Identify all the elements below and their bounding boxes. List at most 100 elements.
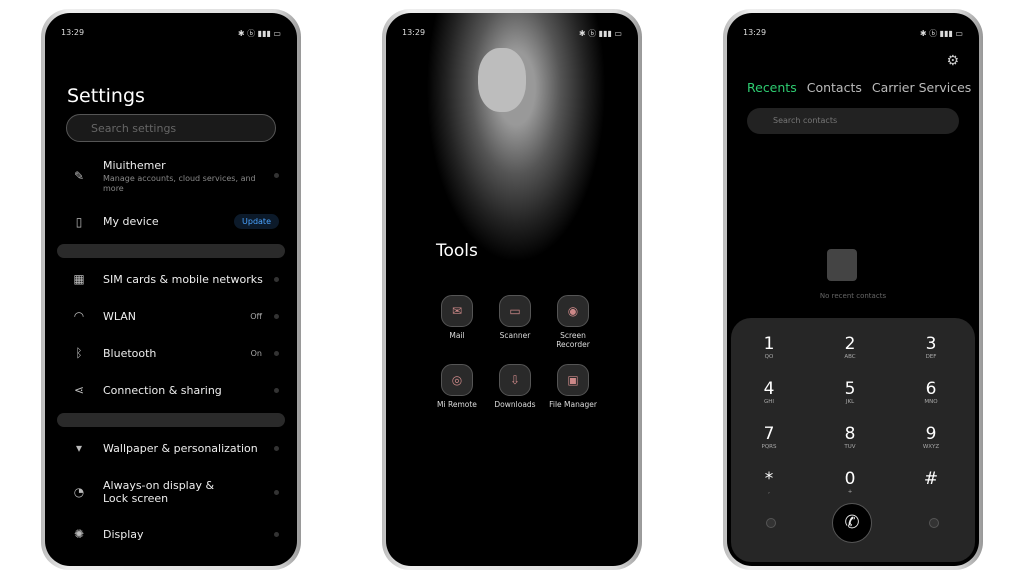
- dial-key[interactable]: 0 +: [820, 469, 880, 495]
- search-contacts-input[interactable]: Search contacts: [747, 108, 959, 134]
- dial-key[interactable]: 6 MNO: [901, 379, 961, 405]
- chevron-icon: [274, 350, 279, 356]
- app-mi-remote[interactable]: ◎ Mi Remote: [432, 364, 482, 409]
- dialpad: 1 QO 2 ABC 3 DEF 4 GHI 5 JKL 6 MNO 7 PQRS 8 TUV 9 WXYZ *, 0…: [731, 318, 975, 562]
- bluetooth-icon: ᛒ: [75, 346, 83, 360]
- brightness-icon: ✺: [73, 527, 85, 541]
- dial-key[interactable]: 9 WXYZ: [901, 424, 961, 450]
- app-screen-recorder[interactable]: ◉ Screen Recorder: [548, 295, 598, 349]
- settings-item-my-device[interactable]: ▯ My device Update: [63, 214, 279, 229]
- dial-key[interactable]: *,: [739, 469, 799, 495]
- settings-item-display[interactable]: ✺ Display: [63, 527, 279, 541]
- key-digit: 1: [763, 334, 775, 354]
- lock-icon: ◔: [73, 485, 85, 499]
- key-digit: 7: [763, 424, 775, 444]
- key-digit: 2: [844, 334, 856, 354]
- app-label: Mail: [449, 331, 465, 340]
- call-button[interactable]: ✆: [832, 503, 872, 543]
- dial-key[interactable]: 3 DEF: [901, 334, 961, 360]
- tab-carrier-services[interactable]: Carrier Services: [872, 80, 971, 95]
- item-value: On: [250, 348, 262, 358]
- key-letters: PQRS: [761, 444, 777, 450]
- key-letters: DEF: [925, 354, 937, 360]
- key-letters: JKL: [845, 399, 855, 405]
- key-letters: QO: [764, 354, 774, 360]
- item-label: Bluetooth: [103, 346, 157, 360]
- settings-item-aod[interactable]: ◔ Always-on display & Lock screen: [63, 479, 279, 505]
- app-downloads[interactable]: ⇩ Downloads: [490, 364, 540, 409]
- status-bar: 13:29 ✱ ⓑ ▮▮▮ ▭: [402, 28, 622, 39]
- sim-dot-right-icon[interactable]: [929, 518, 939, 528]
- wallpaper-face: [478, 48, 526, 112]
- settings-item-wallpaper[interactable]: ▾ Wallpaper & personalization: [63, 441, 279, 455]
- time: 13:29: [61, 28, 85, 37]
- dial-key[interactable]: 5 JKL: [820, 379, 880, 405]
- brush-icon: ▾: [75, 441, 83, 455]
- dial-key[interactable]: 2 ABC: [820, 334, 880, 360]
- chevron-icon: [274, 276, 279, 282]
- chevron-icon: [274, 173, 279, 178]
- phone-dialer: 13:29 ✱ ⓑ ▮▮▮ ▭ ⚙ Recents Contacts Carrie…: [723, 9, 983, 570]
- app-label: Mi Remote: [437, 400, 477, 409]
- key-digit: #: [923, 469, 939, 489]
- settings-item-connection[interactable]: ⋖ Connection & sharing: [63, 383, 279, 397]
- settings-item-sim[interactable]: ▦ SIM cards & mobile networks: [63, 272, 279, 286]
- dial-key[interactable]: #: [901, 469, 961, 489]
- key-letters: TUV: [844, 444, 856, 450]
- share-icon: ⋖: [73, 383, 85, 397]
- key-digit: 6: [925, 379, 937, 399]
- status-bar: 13:29 ✱ ⓑ ▮▮▮ ▭: [61, 28, 281, 39]
- app-label: Downloads: [494, 400, 536, 409]
- chevron-icon: [274, 313, 279, 319]
- item-label: Display: [103, 527, 144, 541]
- tab-contacts[interactable]: Contacts: [807, 80, 862, 95]
- key-digit: 9: [925, 424, 937, 444]
- key-digit: *: [764, 469, 774, 489]
- status-bar: 13:29 ✱ ⓑ ▮▮▮ ▭: [743, 28, 963, 39]
- key-letters: ABC: [844, 354, 856, 360]
- page-title: Settings: [67, 85, 145, 107]
- item-label: SIM cards & mobile networks: [103, 272, 263, 286]
- dial-key[interactable]: 8 TUV: [820, 424, 880, 450]
- key-digit: 0: [844, 469, 856, 489]
- gear-icon[interactable]: ⚙: [946, 53, 959, 69]
- key-letters: MNO: [924, 399, 938, 405]
- key-digit: 5: [844, 379, 856, 399]
- dial-key[interactable]: 1 QO: [739, 334, 799, 360]
- dial-key[interactable]: 7 PQRS: [739, 424, 799, 450]
- download-icon: ⇩: [499, 364, 531, 396]
- app-scanner[interactable]: ▭ Scanner: [490, 295, 540, 340]
- chevron-icon: [274, 387, 279, 393]
- key-letters: +: [847, 489, 853, 495]
- wallpaper-image: [426, 13, 606, 263]
- key-letters: GHI: [763, 399, 775, 405]
- empty-state-text: No recent contacts: [819, 292, 887, 300]
- search-input[interactable]: Search settings: [66, 114, 276, 142]
- tab-recents[interactable]: Recents: [747, 80, 797, 95]
- item-value: Off: [250, 311, 262, 321]
- key-digit: 8: [844, 424, 856, 444]
- app-file-manager[interactable]: ▣ File Manager: [548, 364, 598, 409]
- app-mail[interactable]: ✉ Mail: [432, 295, 482, 340]
- dial-key[interactable]: 4 GHI: [739, 379, 799, 405]
- divider: [57, 244, 285, 258]
- status-icons: ✱ ⓑ ▮▮▮ ▭: [919, 29, 963, 38]
- record-icon: ◉: [557, 295, 589, 327]
- mail-icon: ✉: [441, 295, 473, 327]
- item-label: Miuithemer: [103, 159, 166, 172]
- settings-item-bluetooth[interactable]: ᛒ Bluetooth On: [63, 346, 279, 360]
- remote-icon: ◎: [441, 364, 473, 396]
- pen-icon: ✎: [73, 169, 85, 183]
- status-icons: ✱ ⓑ ▮▮▮ ▭: [237, 29, 281, 38]
- settings-item-miuithemer[interactable]: ✎ Miuithemer Manage accounts, cloud servic…: [63, 159, 279, 194]
- app-label: Scanner: [499, 331, 531, 340]
- update-badge[interactable]: Update: [234, 214, 279, 229]
- item-label: Connection & sharing: [103, 383, 222, 397]
- settings-item-wlan[interactable]: ◠ WLAN Off: [63, 309, 279, 323]
- time: 13:29: [743, 28, 767, 37]
- item-label: Wallpaper & personalization: [103, 441, 258, 455]
- chevron-icon: [274, 489, 279, 495]
- sim-dot-left-icon[interactable]: [766, 518, 776, 528]
- status-icons: ✱ ⓑ ▮▮▮ ▭: [578, 29, 622, 38]
- item-subtitle: Manage accounts, cloud services, and mor…: [103, 174, 256, 193]
